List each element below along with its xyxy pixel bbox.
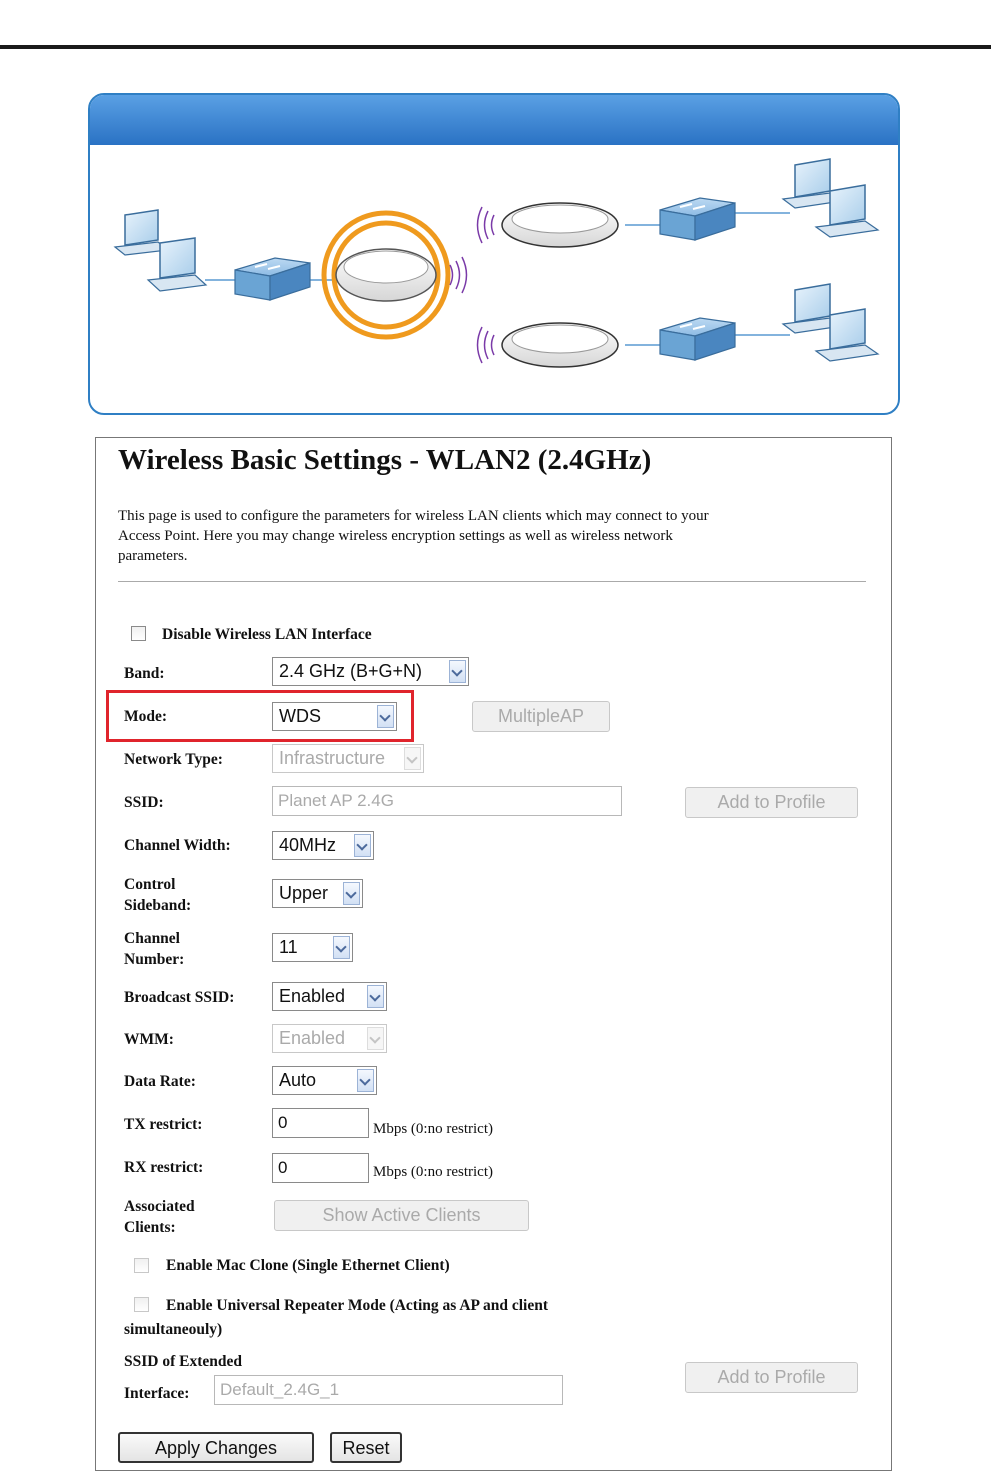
- network-type-value: Infrastructure: [279, 748, 386, 768]
- chevron-down-icon: [354, 834, 371, 857]
- control-sideband-value: Upper: [279, 883, 329, 903]
- tx-restrict-unit: Mbps (0:no restrict): [373, 1121, 493, 1137]
- divider: [118, 581, 866, 582]
- data-rate-label: Data Rate:: [124, 1073, 196, 1090]
- network-type-label: Network Type:: [124, 751, 223, 768]
- wmm-select[interactable]: Enabled: [272, 1024, 387, 1053]
- channel-number-value: 11: [279, 937, 298, 957]
- chevron-down-icon: [333, 936, 350, 959]
- rx-restrict-input[interactable]: 0: [272, 1153, 369, 1183]
- description-line: parameters.: [118, 548, 188, 564]
- access-point-icon: [501, 202, 619, 248]
- apply-changes-button[interactable]: Apply Changes: [118, 1432, 314, 1463]
- data-rate-value: Auto: [279, 1070, 317, 1090]
- band-label: Band:: [124, 665, 165, 682]
- control-sideband-label-line: Control: [124, 876, 176, 893]
- control-sideband-select[interactable]: Upper: [272, 879, 363, 908]
- control-sideband-label-line: Sideband:: [124, 897, 192, 914]
- channel-width-value: 40MHz: [279, 835, 337, 855]
- channel-number-label-line: Channel: [124, 930, 180, 947]
- wireless-signal-icon: [476, 206, 495, 244]
- wireless-signal-icon: [476, 326, 495, 364]
- universal-repeater-label-line: Enable Universal Repeater Mode (Acting a…: [166, 1297, 549, 1314]
- broadcast-ssid-value: Enabled: [279, 986, 346, 1006]
- mac-clone-label: Enable Mac Clone (Single Ethernet Client…: [166, 1257, 450, 1274]
- channel-number-label: Channel Number:: [124, 928, 184, 970]
- associated-clients-label-line: Associated: [124, 1198, 195, 1215]
- chevron-down-icon: [357, 1069, 374, 1092]
- chevron-down-icon: [449, 660, 466, 683]
- broadcast-ssid-select[interactable]: Enabled: [272, 982, 387, 1011]
- reset-button[interactable]: Reset: [330, 1432, 402, 1463]
- wmm-label: WMM:: [124, 1031, 174, 1048]
- chevron-down-icon: [367, 985, 384, 1008]
- channel-width-label: Channel Width:: [124, 837, 231, 854]
- wmm-value: Enabled: [279, 1028, 346, 1048]
- broadcast-ssid-label: Broadcast SSID:: [124, 989, 235, 1006]
- universal-repeater-label-line: simultaneouly): [124, 1321, 223, 1338]
- top-rule: [0, 45, 991, 49]
- disable-wlan-label: Disable Wireless LAN Interface: [162, 626, 372, 643]
- add-to-profile-button[interactable]: Add to Profile: [685, 1362, 858, 1393]
- network-type-select[interactable]: Infrastructure: [272, 744, 424, 773]
- extended-ssid-input[interactable]: Default_2.4G_1: [214, 1375, 563, 1405]
- wds-topology-diagram: [88, 93, 900, 415]
- description-line: Access Point. Here you may change wirele…: [118, 528, 673, 544]
- mode-value: WDS: [279, 706, 321, 726]
- mode-select[interactable]: WDS: [272, 702, 397, 731]
- universal-repeater-checkbox[interactable]: [134, 1297, 149, 1312]
- switch-icon: [659, 317, 736, 361]
- tx-restrict-label: TX restrict:: [124, 1116, 203, 1133]
- add-to-profile-button[interactable]: Add to Profile: [685, 787, 858, 818]
- band-value: 2.4 GHz (B+G+N): [279, 661, 423, 681]
- mac-clone-checkbox[interactable]: [134, 1258, 149, 1273]
- channel-number-select[interactable]: 11: [272, 933, 353, 962]
- topology-svg: [113, 158, 880, 368]
- show-active-clients-button[interactable]: Show Active Clients: [274, 1200, 529, 1231]
- wireless-settings-panel: Wireless Basic Settings - WLAN2 (2.4GHz)…: [95, 437, 892, 1471]
- multiple-ap-button[interactable]: MultipleAP: [472, 701, 610, 732]
- laptop-icon: [814, 184, 880, 238]
- associated-clients-label-line: Clients:: [124, 1219, 176, 1236]
- channel-width-select[interactable]: 40MHz: [272, 831, 374, 860]
- access-point-icon: [321, 210, 451, 340]
- switch-icon: [234, 257, 311, 301]
- ssid-label: SSID:: [124, 794, 164, 811]
- access-point-icon: [501, 322, 619, 368]
- associated-clients-label: Associated Clients:: [124, 1196, 195, 1238]
- ssid-input[interactable]: Planet AP 2.4G: [272, 786, 622, 816]
- chevron-down-icon: [404, 747, 421, 770]
- page-title: Wireless Basic Settings - WLAN2 (2.4GHz): [118, 444, 652, 476]
- data-rate-select[interactable]: Auto: [272, 1066, 377, 1095]
- extended-ssid-label-line: Interface:: [124, 1385, 190, 1402]
- chevron-down-icon: [343, 882, 360, 905]
- disable-wlan-checkbox[interactable]: [131, 626, 146, 641]
- description-line: This page is used to configure the param…: [118, 508, 709, 524]
- band-select[interactable]: 2.4 GHz (B+G+N): [272, 657, 469, 686]
- chevron-down-icon: [377, 705, 394, 728]
- extended-ssid-label-line: SSID of Extended: [124, 1353, 242, 1370]
- mode-label: Mode:: [124, 708, 168, 725]
- tx-restrict-input[interactable]: 0: [272, 1108, 369, 1138]
- switch-icon: [659, 197, 736, 241]
- wireless-signal-icon: [449, 256, 468, 294]
- rx-restrict-unit: Mbps (0:no restrict): [373, 1164, 493, 1180]
- page-description: This page is used to configure the param…: [118, 506, 838, 566]
- rx-restrict-label: RX restrict:: [124, 1159, 204, 1176]
- channel-number-label-line: Number:: [124, 951, 185, 968]
- chevron-down-icon: [367, 1027, 384, 1050]
- control-sideband-label: Control Sideband:: [124, 874, 191, 916]
